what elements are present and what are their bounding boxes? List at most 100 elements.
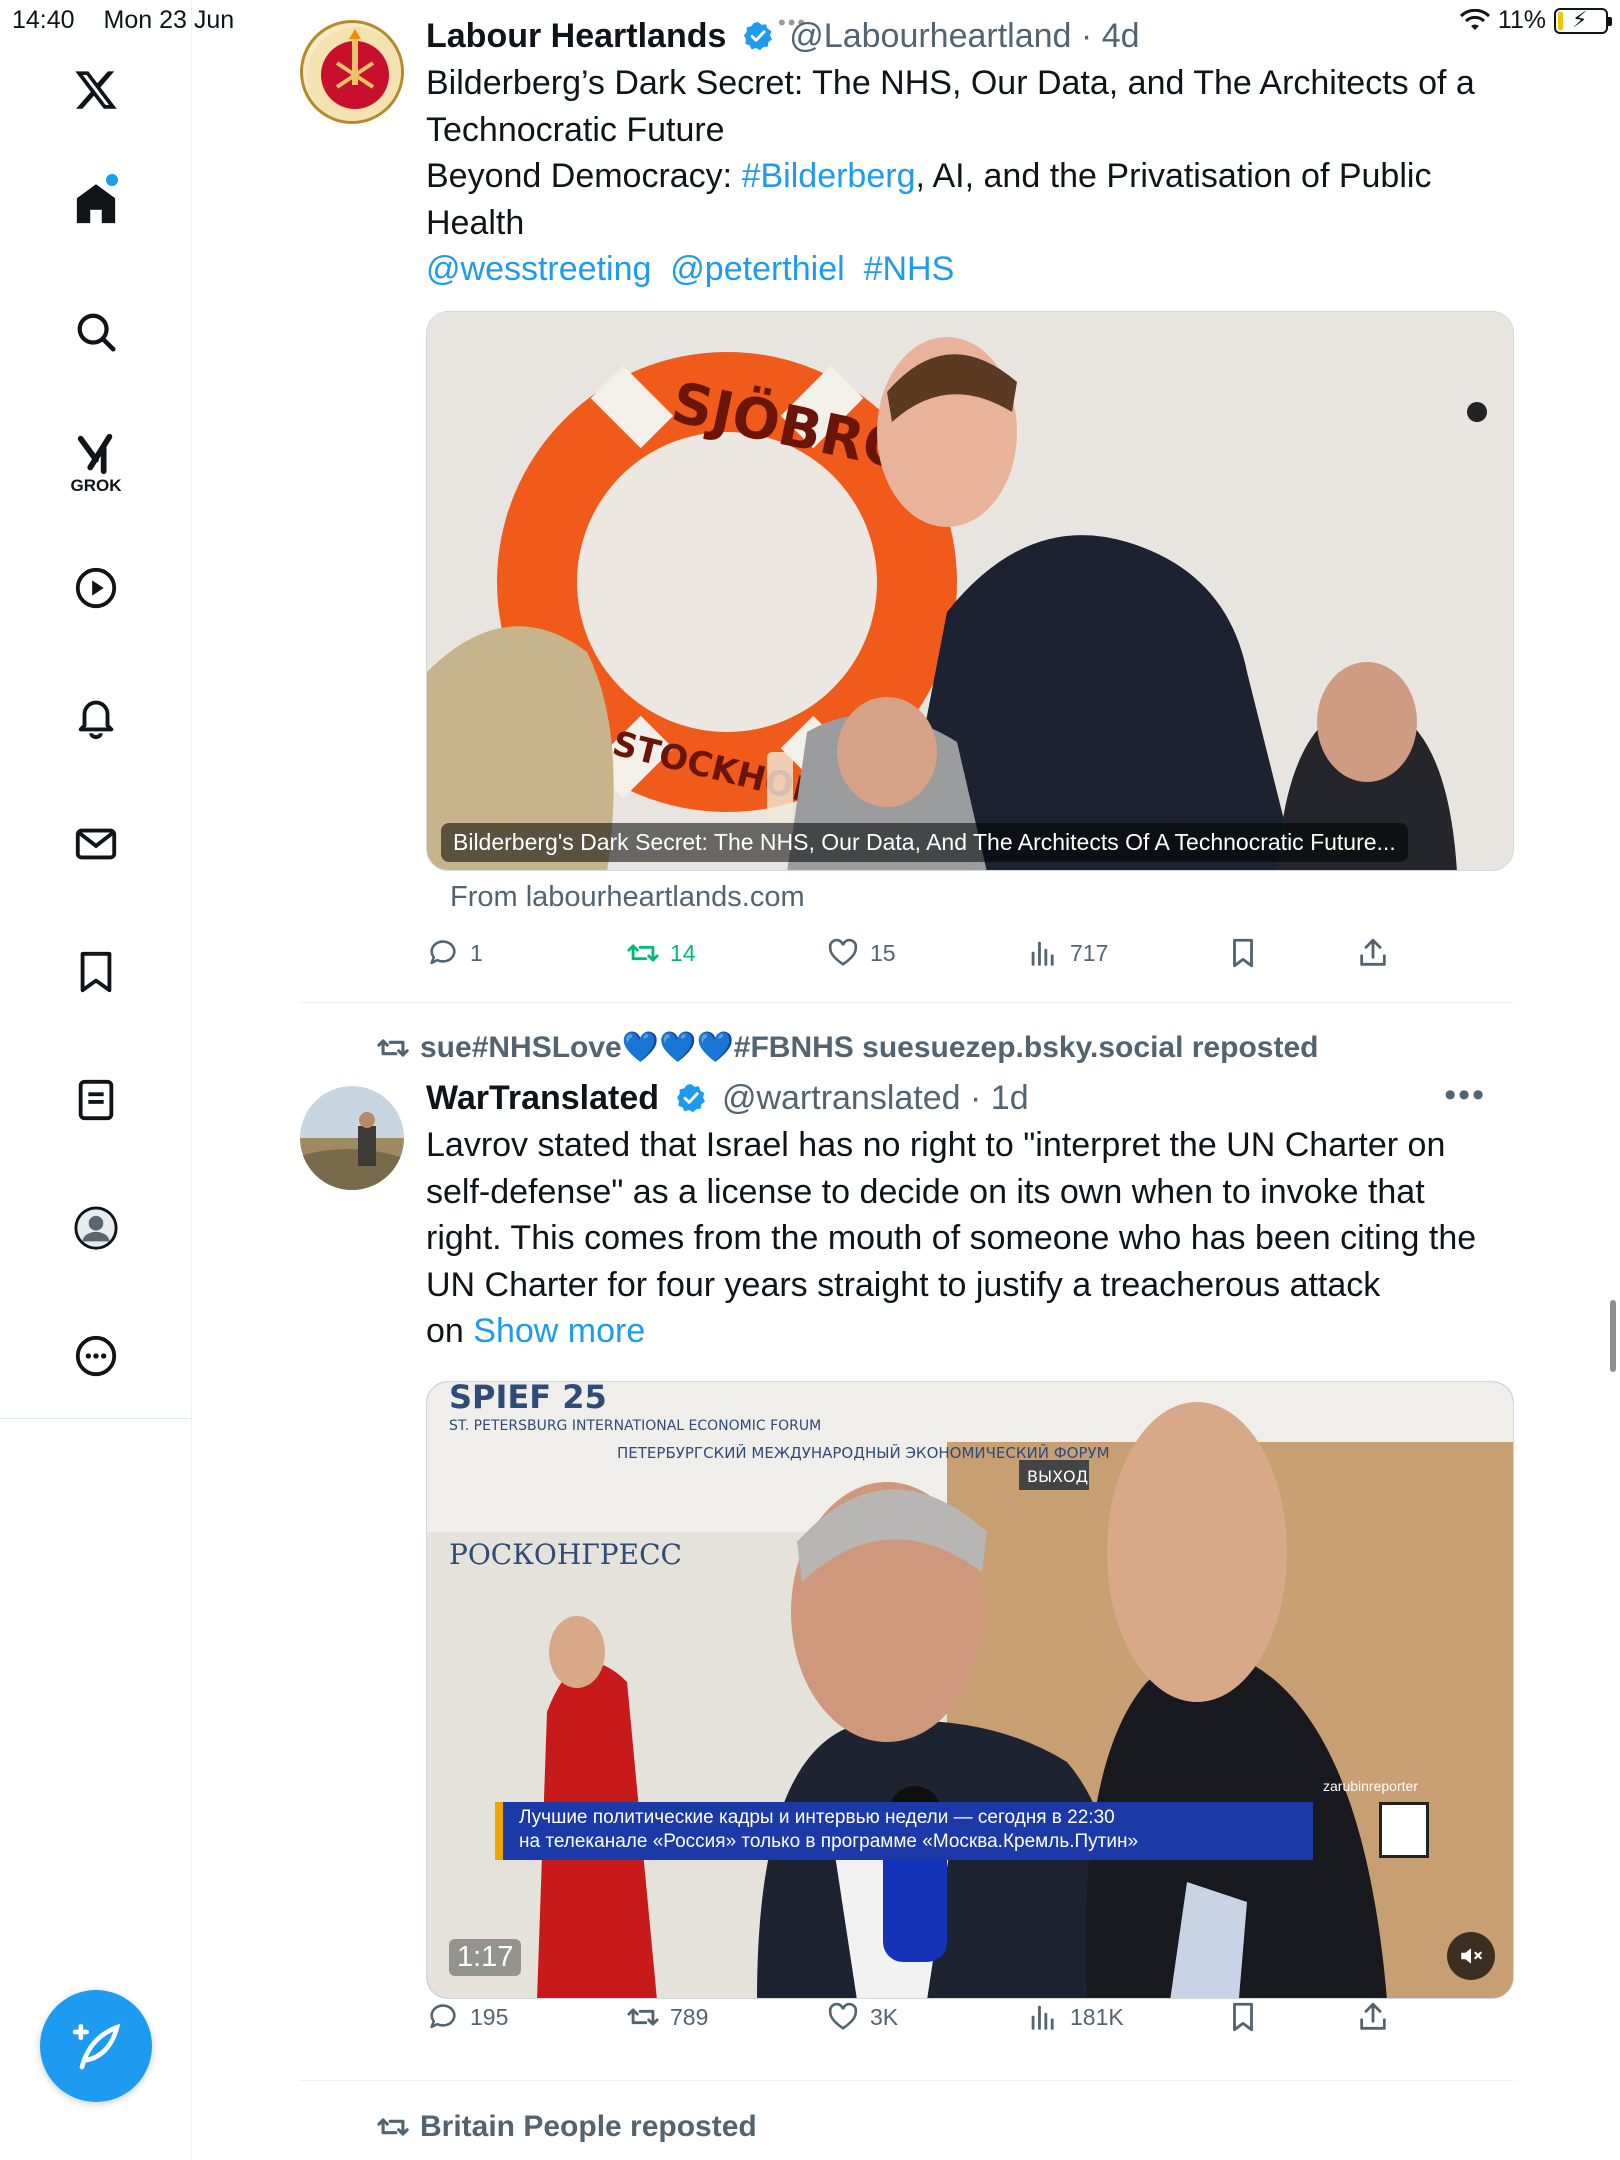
hashtag-link[interactable]: #NHS	[864, 250, 955, 288]
tweet-text: Lavrov stated that Israel has no right t…	[426, 1122, 1514, 1355]
text-fragment: on	[426, 1312, 474, 1350]
home-icon[interactable]	[60, 168, 132, 240]
like-button[interactable]: 15	[826, 936, 896, 970]
repost-button[interactable]: 789	[626, 2000, 708, 2034]
reply-count: 1	[470, 939, 483, 966]
views-button[interactable]: 717	[1026, 936, 1108, 970]
like-count: 3K	[870, 2003, 899, 2030]
views-chart-icon	[1031, 2005, 1054, 2030]
repost-icon	[377, 1038, 409, 1057]
battery-icon: ⚡	[1554, 7, 1612, 34]
view-count: 717	[1070, 939, 1109, 966]
share-icon	[1360, 938, 1386, 966]
grok-label: GROK	[70, 476, 122, 495]
post-time[interactable]: · 1d	[970, 1079, 1029, 1117]
speaker-muted-icon	[1461, 1947, 1482, 1964]
tweet-header: WarTranslated @wartranslated · 1d	[426, 1076, 1514, 1120]
bookmark-icon	[1233, 938, 1253, 968]
reply-button[interactable]: 1	[426, 936, 483, 970]
link-source[interactable]: From labourheartlands.com	[450, 881, 1514, 914]
like-count: 15	[870, 939, 896, 966]
tweet-text: Bilderberg’s Dark Secret: The NHS, Our D…	[426, 60, 1514, 293]
views-chart-icon	[1031, 941, 1054, 966]
link-card-image[interactable]: SJÖBRO STOCKHOLM Bilderberg's Dark Secre…	[426, 310, 1514, 871]
show-more-link[interactable]: Show more	[473, 1312, 645, 1350]
tweet-text-line: Lavrov stated that Israel has no right t…	[426, 1126, 1446, 1164]
tweet-text-line: right. This comes from the mouth of some…	[426, 1219, 1477, 1257]
tweet-text-line: Bilderberg’s Dark Secret: The NHS, Our D…	[426, 64, 1475, 102]
mute-toggle[interactable]	[1447, 1931, 1495, 1980]
repost-context[interactable]: sue#NHSLove💙💙💙#FBNHS suesuezep.bsky.soci…	[376, 1030, 1318, 1065]
bookmark-icon	[1233, 2002, 1253, 2032]
qr-code-icon	[1379, 1801, 1429, 1858]
repost-context[interactable]: Britain People reposted	[376, 2110, 757, 2144]
notifications-bell-icon[interactable]	[60, 680, 132, 752]
verified-badge-icon	[676, 1084, 705, 1113]
bookmark-button[interactable]	[1226, 936, 1260, 970]
text-fragment: , AI, and the Privatisation of Public	[915, 157, 1432, 195]
reply-icon	[430, 940, 456, 965]
post-time[interactable]: · 4d	[1081, 17, 1140, 55]
boat-photo: SJÖBRO STOCKHOLM	[427, 311, 1513, 870]
repost-count: 789	[670, 2003, 709, 2030]
search-icon[interactable]	[60, 296, 132, 368]
tweet-divider	[300, 1002, 1514, 1003]
video-icon[interactable]	[60, 552, 132, 624]
tweet-text-line: Beyond Democracy: #Bilderberg, AI, and t…	[426, 153, 1514, 200]
ticker-line: на телеканале «Россия» только в программ…	[519, 1830, 1139, 1852]
tweet-text-line: on Show more	[426, 1308, 1514, 1355]
bookmark-button[interactable]	[1226, 2000, 1260, 2034]
reposted-by-text: sue#NHSLove💙💙💙#FBNHS suesuezep.bsky.soci…	[420, 1031, 1319, 1064]
ticker-line: Лучшие политические кадры и интервью нед…	[519, 1806, 1115, 1828]
share-button[interactable]	[1356, 936, 1390, 970]
exit-sign: ВЫХОД	[1027, 1467, 1088, 1486]
home-unread-dot	[106, 174, 118, 186]
profile-avatar-icon[interactable]	[60, 1192, 132, 1264]
reposted-by-text: Britain People reposted	[420, 2110, 757, 2143]
share-button[interactable]	[1356, 2000, 1390, 2034]
tweet-header: Labour Heartlands @Labourheartland · 4d	[426, 14, 1514, 58]
more-options-icon[interactable]: •••	[1444, 1076, 1486, 1115]
hashtag-link[interactable]: #Bilderberg	[742, 157, 916, 195]
heart-icon	[828, 938, 858, 966]
author-name[interactable]: Labour Heartlands	[426, 17, 726, 55]
author-name[interactable]: WarTranslated	[426, 1079, 659, 1117]
compose-feather-icon	[72, 2023, 121, 2070]
link-card-title: Bilderberg's Dark Secret: The NHS, Our D…	[441, 822, 1408, 862]
liberty-logo-icon	[307, 27, 401, 121]
video-duration: 1:17	[449, 1938, 522, 1976]
view-count: 181K	[1070, 2003, 1124, 2030]
like-button[interactable]: 3K	[826, 2000, 898, 2034]
messages-envelope-icon[interactable]	[60, 808, 132, 880]
tweet-text-line: Health	[426, 203, 525, 242]
author-avatar[interactable]	[300, 20, 404, 124]
author-handle[interactable]: @Labourheartland	[789, 17, 1071, 55]
scrollbar[interactable]	[1610, 1300, 1616, 1372]
verified-badge-icon	[743, 22, 772, 51]
event-sign: РОСКОНГРЕСС	[449, 1538, 682, 1571]
mention-link[interactable]: @wesstreeting	[426, 250, 651, 288]
author-handle[interactable]: @wartranslated	[722, 1079, 961, 1117]
video-frame: SPIEF 25 ST. PETERSBURG INTERNATIONAL EC…	[427, 1381, 1513, 1998]
mention-link[interactable]: @peterthiel	[670, 250, 844, 288]
reply-button[interactable]: 195	[426, 2000, 508, 2034]
more-circle-icon[interactable]	[60, 1320, 132, 1392]
heart-icon	[828, 2002, 858, 2030]
repost-icon	[627, 944, 659, 962]
event-sign: ПЕТЕРБУРГСКИЙ МЕЖДУНАРОДНЫЙ ЭКОНОМИЧЕСКИ…	[617, 1443, 1110, 1462]
video-player[interactable]: SPIEF 25 ST. PETERSBURG INTERNATIONAL EC…	[426, 1380, 1514, 1999]
x-logo-icon[interactable]	[60, 54, 132, 126]
views-button[interactable]: 181K	[1026, 2000, 1124, 2034]
tweet-text-line: UN Charter for four years straight to ju…	[426, 1265, 1381, 1304]
tv-news-ticker: Лучшие политические кадры и интервью нед…	[495, 1801, 1313, 1860]
compose-post-button[interactable]	[40, 1990, 152, 2102]
repost-button[interactable]: 14	[626, 936, 696, 970]
author-avatar[interactable]	[300, 1086, 404, 1190]
lists-icon[interactable]	[60, 1064, 132, 1136]
repost-icon	[627, 2008, 659, 2026]
text-fragment: Beyond Democracy:	[426, 157, 742, 195]
bookmarks-icon[interactable]	[60, 936, 132, 1008]
repost-icon	[377, 2118, 409, 2136]
event-sign: SPIEF 25	[449, 1382, 607, 1416]
tweet-actions: 1 14 15 717	[426, 936, 1426, 980]
